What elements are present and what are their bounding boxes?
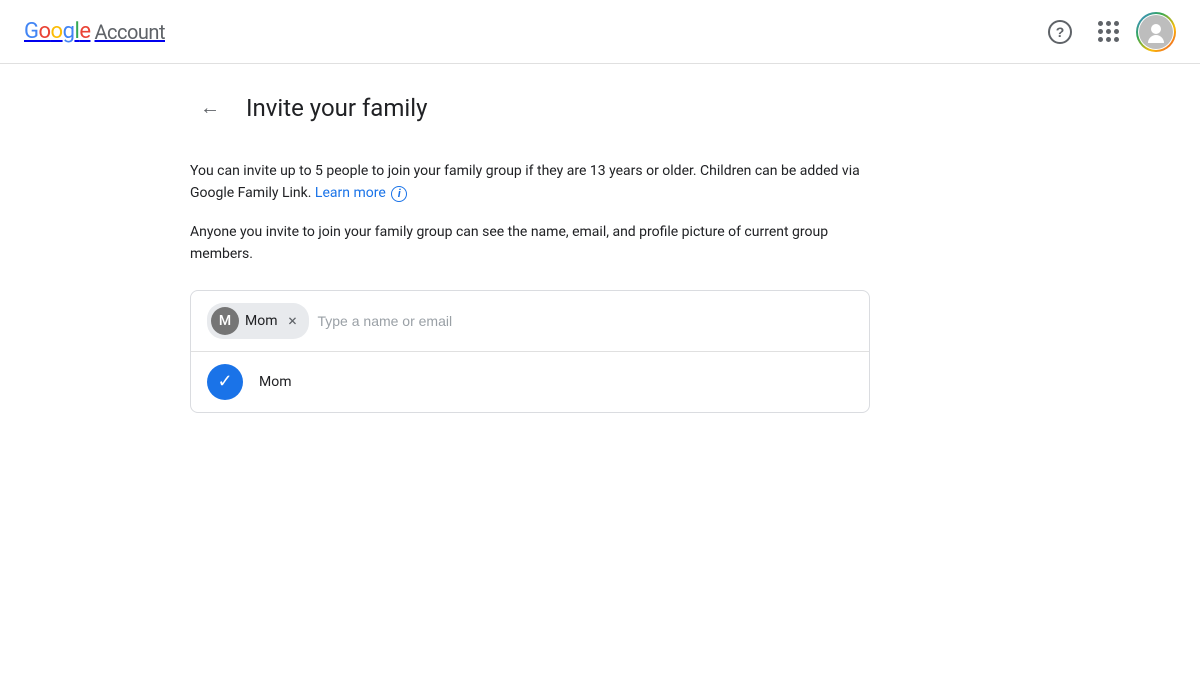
list-item[interactable]: ✓ Mom <box>191 352 869 412</box>
dot <box>1098 29 1103 34</box>
invite-dropdown: ✓ Mom <box>191 351 869 412</box>
dot <box>1098 21 1103 26</box>
avatar-circle <box>1139 15 1173 49</box>
invite-box: M Mom × ✓ Mom <box>190 290 870 413</box>
checkmark-icon: ✓ <box>217 371 232 392</box>
logo-letter-o1: o <box>39 19 51 44</box>
invite-input[interactable] <box>317 309 853 333</box>
google-logo[interactable]: G o o g l e Account <box>24 19 165 44</box>
header: G o o g l e Account ? <box>0 0 1200 64</box>
learn-more-link[interactable]: Learn more i <box>315 185 407 201</box>
invite-chip: M Mom × <box>207 303 309 339</box>
avatar-body <box>1148 35 1164 43</box>
dot <box>1106 29 1111 34</box>
page-title: Invite your family <box>246 94 427 122</box>
invite-input-row: M Mom × <box>191 291 869 351</box>
avatar-head <box>1151 24 1161 34</box>
dot <box>1114 29 1119 34</box>
avatar-person-icon <box>1145 21 1167 43</box>
description-1: You can invite up to 5 people to join yo… <box>190 160 870 205</box>
chip-close-button[interactable]: × <box>283 312 301 330</box>
learn-more-label: Learn more <box>315 185 386 201</box>
dot <box>1114 21 1119 26</box>
logo-letter-o2: o <box>51 19 63 44</box>
dot <box>1106 21 1111 26</box>
main-content: ← Invite your family You can invite up t… <box>150 64 1050 437</box>
check-circle-icon: ✓ <box>207 364 243 400</box>
header-left: G o o g l e Account <box>24 19 165 44</box>
page-header: ← Invite your family <box>190 88 1010 128</box>
info-circle-icon: i <box>391 186 407 202</box>
help-button[interactable]: ? <box>1040 12 1080 52</box>
header-right: ? <box>1040 12 1176 52</box>
account-avatar-button[interactable] <box>1136 12 1176 52</box>
dropdown-item-name: Mom <box>259 374 291 390</box>
chip-name: Mom <box>245 313 277 329</box>
dot <box>1114 37 1119 42</box>
description-2: Anyone you invite to join your family gr… <box>190 221 870 266</box>
dot <box>1106 37 1111 42</box>
apps-grid-icon <box>1098 21 1119 42</box>
back-button[interactable]: ← <box>190 88 230 128</box>
logo-letter-e: e <box>79 19 90 44</box>
back-arrow-icon: ← <box>200 97 220 120</box>
chip-avatar: M <box>211 307 239 335</box>
logo-letter-g2: g <box>63 19 75 44</box>
dropdown-scroll-area[interactable]: ✓ Mom <box>191 352 869 412</box>
dot <box>1098 37 1103 42</box>
apps-button[interactable] <box>1088 12 1128 52</box>
chip-initial: M <box>219 313 231 329</box>
logo-letter-g: G <box>24 19 39 44</box>
logo-account-label: Account <box>94 20 165 44</box>
description-1-text: You can invite up to 5 people to join yo… <box>190 163 860 201</box>
help-icon: ? <box>1048 20 1072 44</box>
